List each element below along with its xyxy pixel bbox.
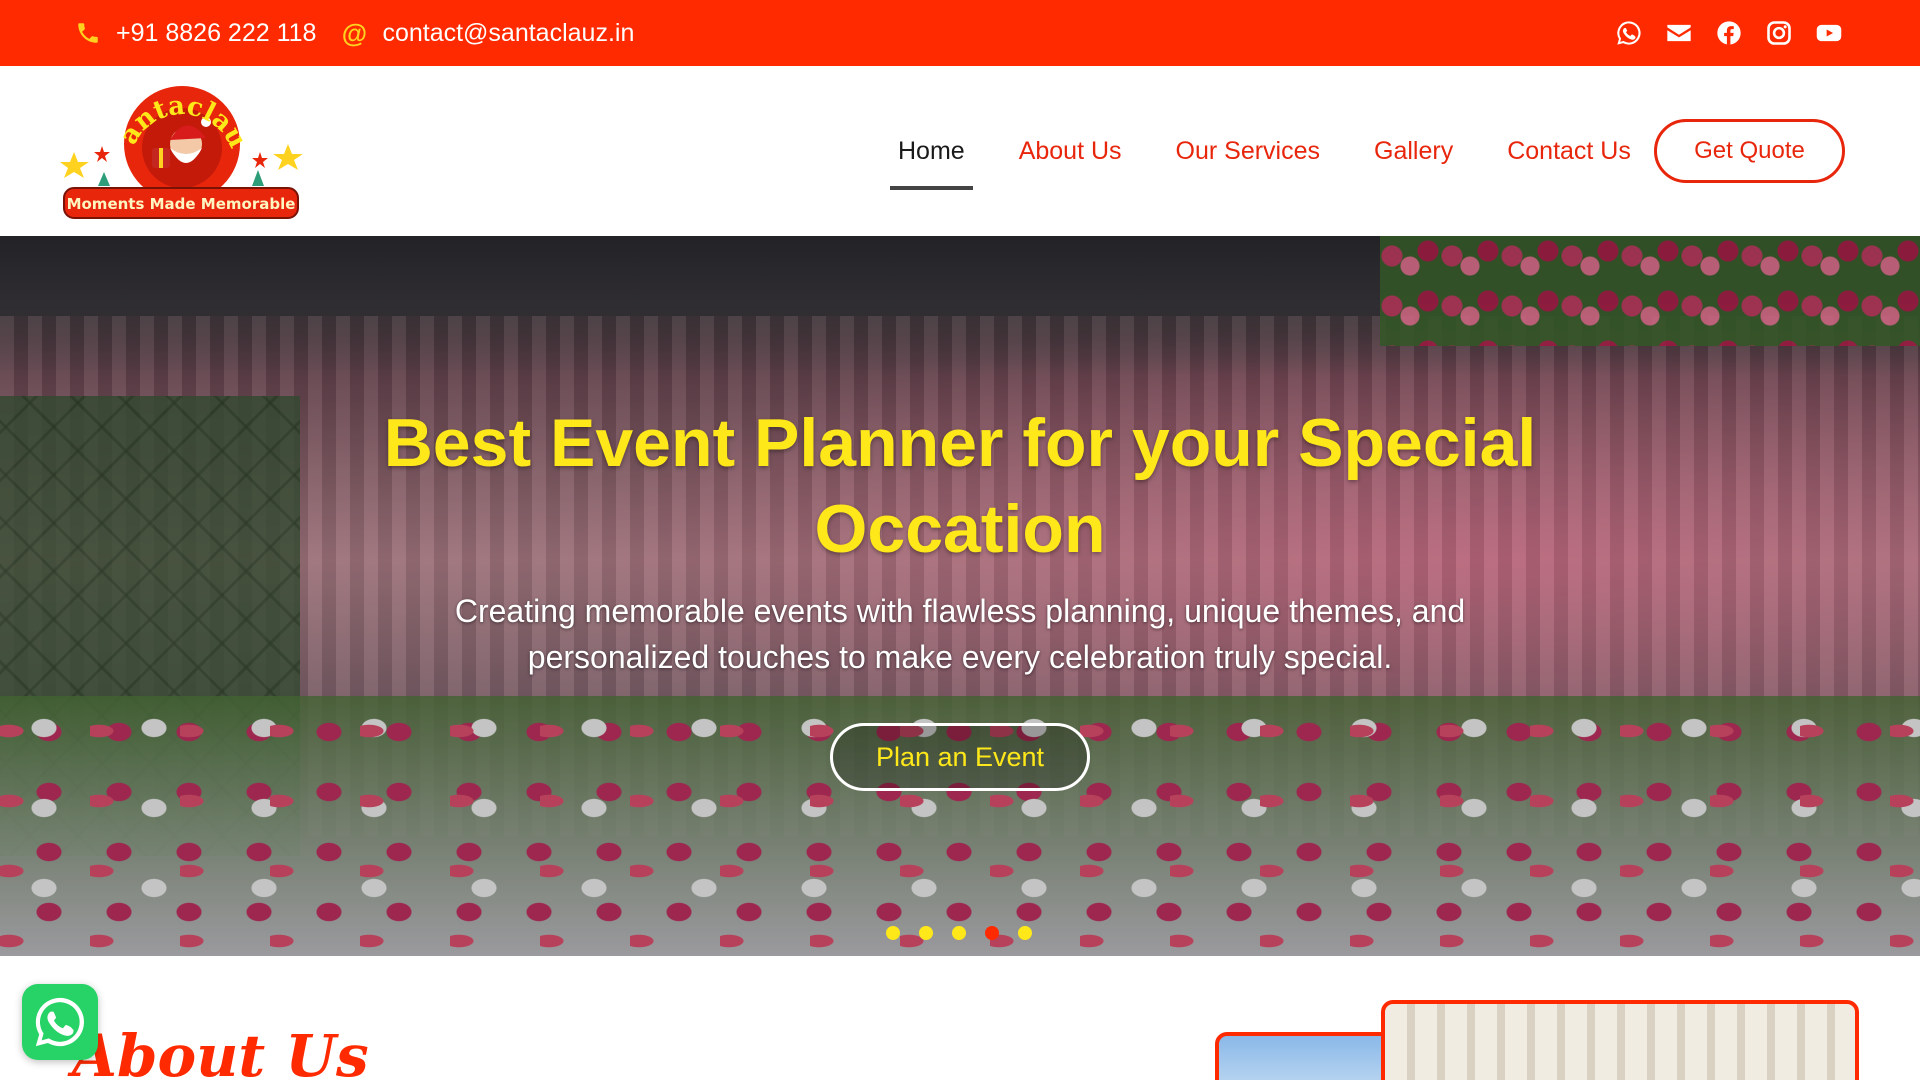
slider-dot[interactable] (952, 926, 966, 940)
main-nav: Home About Us Our Services Gallery Conta… (890, 66, 1639, 236)
instagram-icon[interactable] (1764, 18, 1794, 48)
about-us-heading: About Us (72, 1022, 369, 1080)
about-image-large (1381, 1000, 1859, 1080)
slider-dot-active[interactable] (985, 926, 999, 940)
whatsapp-icon[interactable] (1614, 18, 1644, 48)
nav-about-us[interactable]: About Us (1011, 127, 1130, 176)
about-image-small (1215, 1032, 1395, 1080)
mail-icon[interactable] (1664, 18, 1694, 48)
site-header: Santaclauz Moments Made Memorable Home A… (0, 59, 1920, 236)
email-address: contact@santaclauz.in (382, 18, 635, 47)
santaclauz-logo[interactable]: Santaclauz Moments Made Memorable (51, 59, 303, 220)
phone-number: +91 8826 222 118 (116, 18, 317, 47)
contact-info: +91 8826 222 118 @ contact@santaclauz.in (74, 19, 634, 48)
nav-our-services[interactable]: Our Services (1168, 127, 1328, 176)
phone-contact[interactable]: +91 8826 222 118 (74, 19, 316, 48)
hero-subtitle: Creating memorable events with flawless … (454, 593, 1466, 675)
top-bar: +91 8826 222 118 @ contact@santaclauz.in (0, 0, 1920, 66)
nav-home[interactable]: Home (890, 127, 973, 190)
get-quote-button[interactable]: Get Quote (1654, 119, 1845, 183)
youtube-icon[interactable] (1814, 18, 1844, 48)
plan-an-event-button[interactable]: Plan an Event (830, 723, 1090, 791)
facebook-icon[interactable] (1714, 18, 1744, 48)
slider-dots (886, 926, 1032, 940)
slider-dot[interactable] (1018, 926, 1032, 940)
nav-contact-us[interactable]: Contact Us (1499, 127, 1639, 176)
hero-content: Best Event Planner for your Special Occa… (0, 236, 1920, 956)
email-contact[interactable]: @ contact@santaclauz.in (340, 18, 635, 48)
whatsapp-icon (35, 997, 84, 1047)
slider-dot[interactable] (886, 926, 900, 940)
hero-banner: Best Event Planner for your Special Occa… (0, 236, 1920, 956)
slider-dot[interactable] (919, 926, 933, 940)
whatsapp-chat-button[interactable] (22, 984, 98, 1060)
phone-icon (74, 19, 102, 47)
social-links (1614, 18, 1846, 48)
nav-gallery[interactable]: Gallery (1366, 127, 1461, 176)
logo-tagline: Moments Made Memorable (67, 195, 296, 213)
at-icon: @ (341, 18, 368, 48)
hero-title: Best Event Planner for your Special Occa… (383, 405, 1537, 567)
